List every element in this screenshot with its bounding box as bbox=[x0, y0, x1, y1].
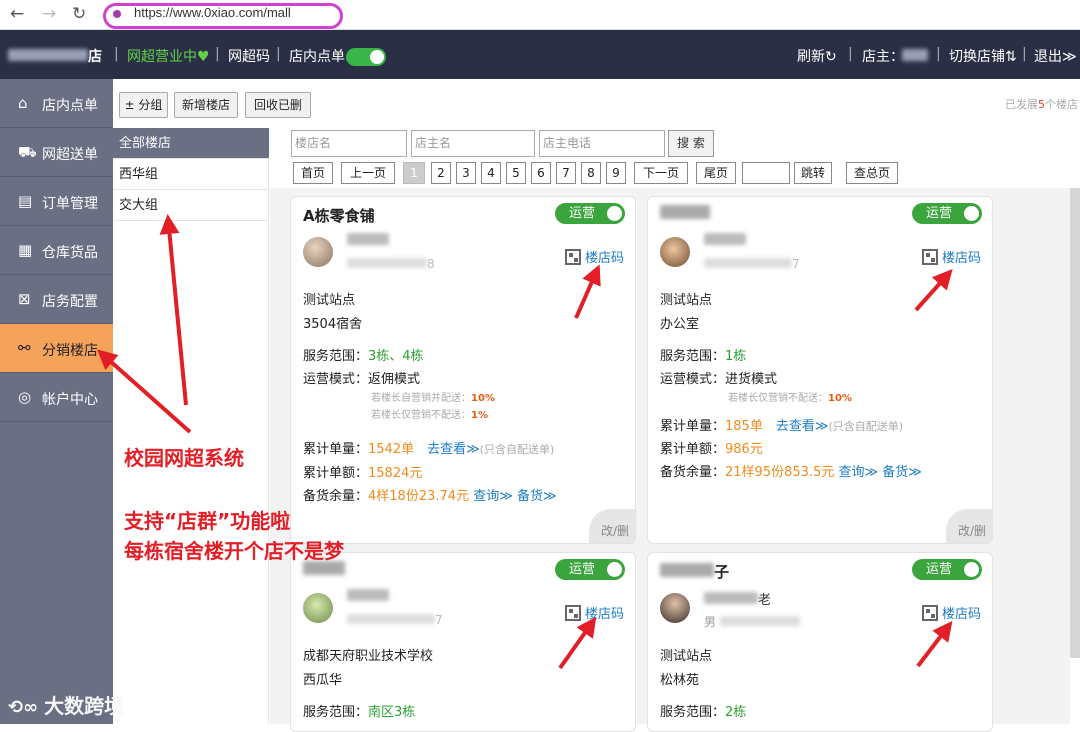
annotation-arrows bbox=[97, 214, 953, 670]
arrow-to-qr-2 bbox=[914, 269, 953, 312]
watermark-logo-icon: ⟲∞ bbox=[8, 697, 39, 718]
annotation-line1: 支持“店群”功能啦 bbox=[124, 509, 291, 533]
arrow-to-sidebar bbox=[97, 349, 192, 434]
arrow-to-qr-1 bbox=[574, 264, 601, 319]
arrow-to-qr-3 bbox=[558, 616, 597, 670]
annotation-system: 校园网超系统 bbox=[124, 446, 244, 470]
arrow-to-qr-4 bbox=[916, 620, 953, 668]
watermark: ⟲∞ 大数跨境 bbox=[8, 694, 125, 718]
annotation-line2: 每栋宿舍楼开个店不是梦 bbox=[124, 539, 344, 563]
arrow-to-group bbox=[159, 214, 188, 406]
